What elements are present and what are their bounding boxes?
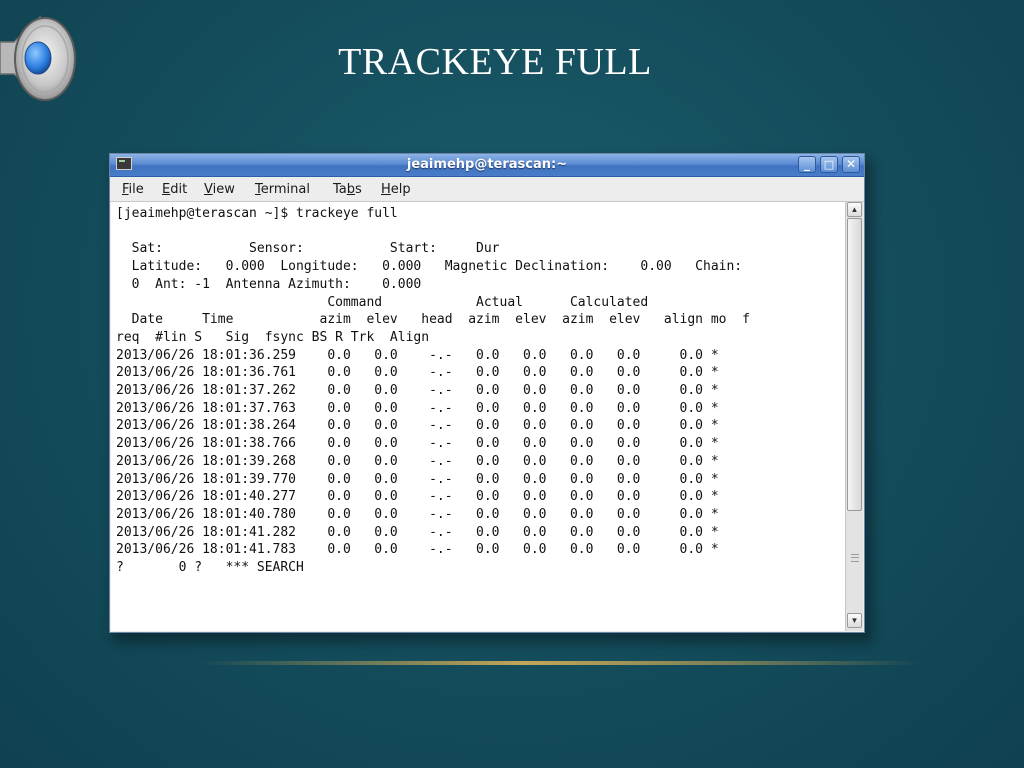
vertical-scrollbar[interactable]: ▲ ▼: [845, 202, 863, 631]
terminal-line: 2013/06/26 18:01:39.268 0.0 0.0 -.- 0.0 …: [116, 453, 719, 469]
terminal-line: 0 Ant: -1 Antenna Azimuth: 0.000: [116, 276, 422, 292]
terminal-window[interactable]: jeaimehp@terascan:~ _ □ ✕ File Edit View…: [109, 153, 865, 633]
terminal-line: 2013/06/26 18:01:37.262 0.0 0.0 -.- 0.0 …: [116, 383, 719, 399]
maximize-button[interactable]: □: [820, 156, 838, 173]
menu-view[interactable]: View: [204, 182, 235, 197]
terminal-line: 2013/06/26 18:01:40.780 0.0 0.0 -.- 0.0 …: [116, 506, 719, 522]
menu-bar: File Edit View Terminal Tabs Help: [110, 177, 864, 202]
terminal-line: 2013/06/26 18:01:38.766 0.0 0.0 -.- 0.0 …: [116, 436, 719, 452]
window-title: jeaimehp@terascan:~: [406, 157, 568, 172]
scrollbar-thumb[interactable]: [847, 511, 862, 611]
terminal-text: [jeaimehp@terascan ~]$ trackeye full Sat…: [111, 202, 845, 577]
menu-file[interactable]: File: [122, 182, 144, 197]
terminal-line: Command Actual Calculated: [116, 294, 649, 310]
terminal-line: 2013/06/26 18:01:37.763 0.0 0.0 -.- 0.0 …: [116, 400, 719, 416]
terminal-output[interactable]: [jeaimehp@terascan ~]$ trackeye full Sat…: [111, 202, 845, 631]
terminal-line: Sat: Sensor: Start: Dur: [116, 241, 500, 257]
menu-terminal[interactable]: Terminal: [255, 182, 310, 197]
terminal-line: 2013/06/26 18:01:40.277 0.0 0.0 -.- 0.0 …: [116, 489, 719, 505]
menu-edit[interactable]: Edit: [162, 182, 187, 197]
scroll-down-icon[interactable]: ▼: [847, 613, 862, 628]
window-titlebar[interactable]: jeaimehp@terascan:~ _ □ ✕: [110, 154, 864, 177]
terminal-line: 2013/06/26 18:01:38.264 0.0 0.0 -.- 0.0 …: [116, 418, 719, 434]
terminal-line: Date Time azim elev head azim elev azim …: [116, 312, 750, 328]
terminal-line: 2013/06/26 18:01:39.770 0.0 0.0 -.- 0.0 …: [116, 471, 719, 487]
slide-title: TRACKEYE FULL: [338, 41, 652, 83]
close-button[interactable]: ✕: [842, 156, 860, 173]
grip-icon: [850, 554, 859, 562]
terminal-line: req #lin S Sig fsync BS R Trk Align: [116, 329, 430, 345]
scroll-up-icon[interactable]: ▲: [847, 202, 862, 217]
terminal-line: Latitude: 0.000 Longitude: 0.000 Magneti…: [116, 259, 743, 275]
terminal-line: 2013/06/26 18:01:41.783 0.0 0.0 -.- 0.0 …: [116, 542, 719, 558]
terminal-line: 2013/06/26 18:01:36.259 0.0 0.0 -.- 0.0 …: [116, 347, 719, 363]
minimize-button[interactable]: _: [798, 156, 816, 173]
terminal-line: 2013/06/26 18:01:36.761 0.0 0.0 -.- 0.0 …: [116, 365, 719, 381]
slide-divider: [200, 661, 920, 665]
terminal-line: 2013/06/26 18:01:41.282 0.0 0.0 -.- 0.0 …: [116, 524, 719, 540]
scrollbar-trough-upper[interactable]: [847, 218, 862, 511]
menu-tabs[interactable]: Tabs: [333, 182, 362, 197]
terminal-line: ? 0 ? *** SEARCH: [116, 560, 304, 576]
terminal-line: [jeaimehp@terascan ~]$ trackeye full: [116, 206, 398, 221]
menu-help[interactable]: Help: [381, 182, 411, 197]
